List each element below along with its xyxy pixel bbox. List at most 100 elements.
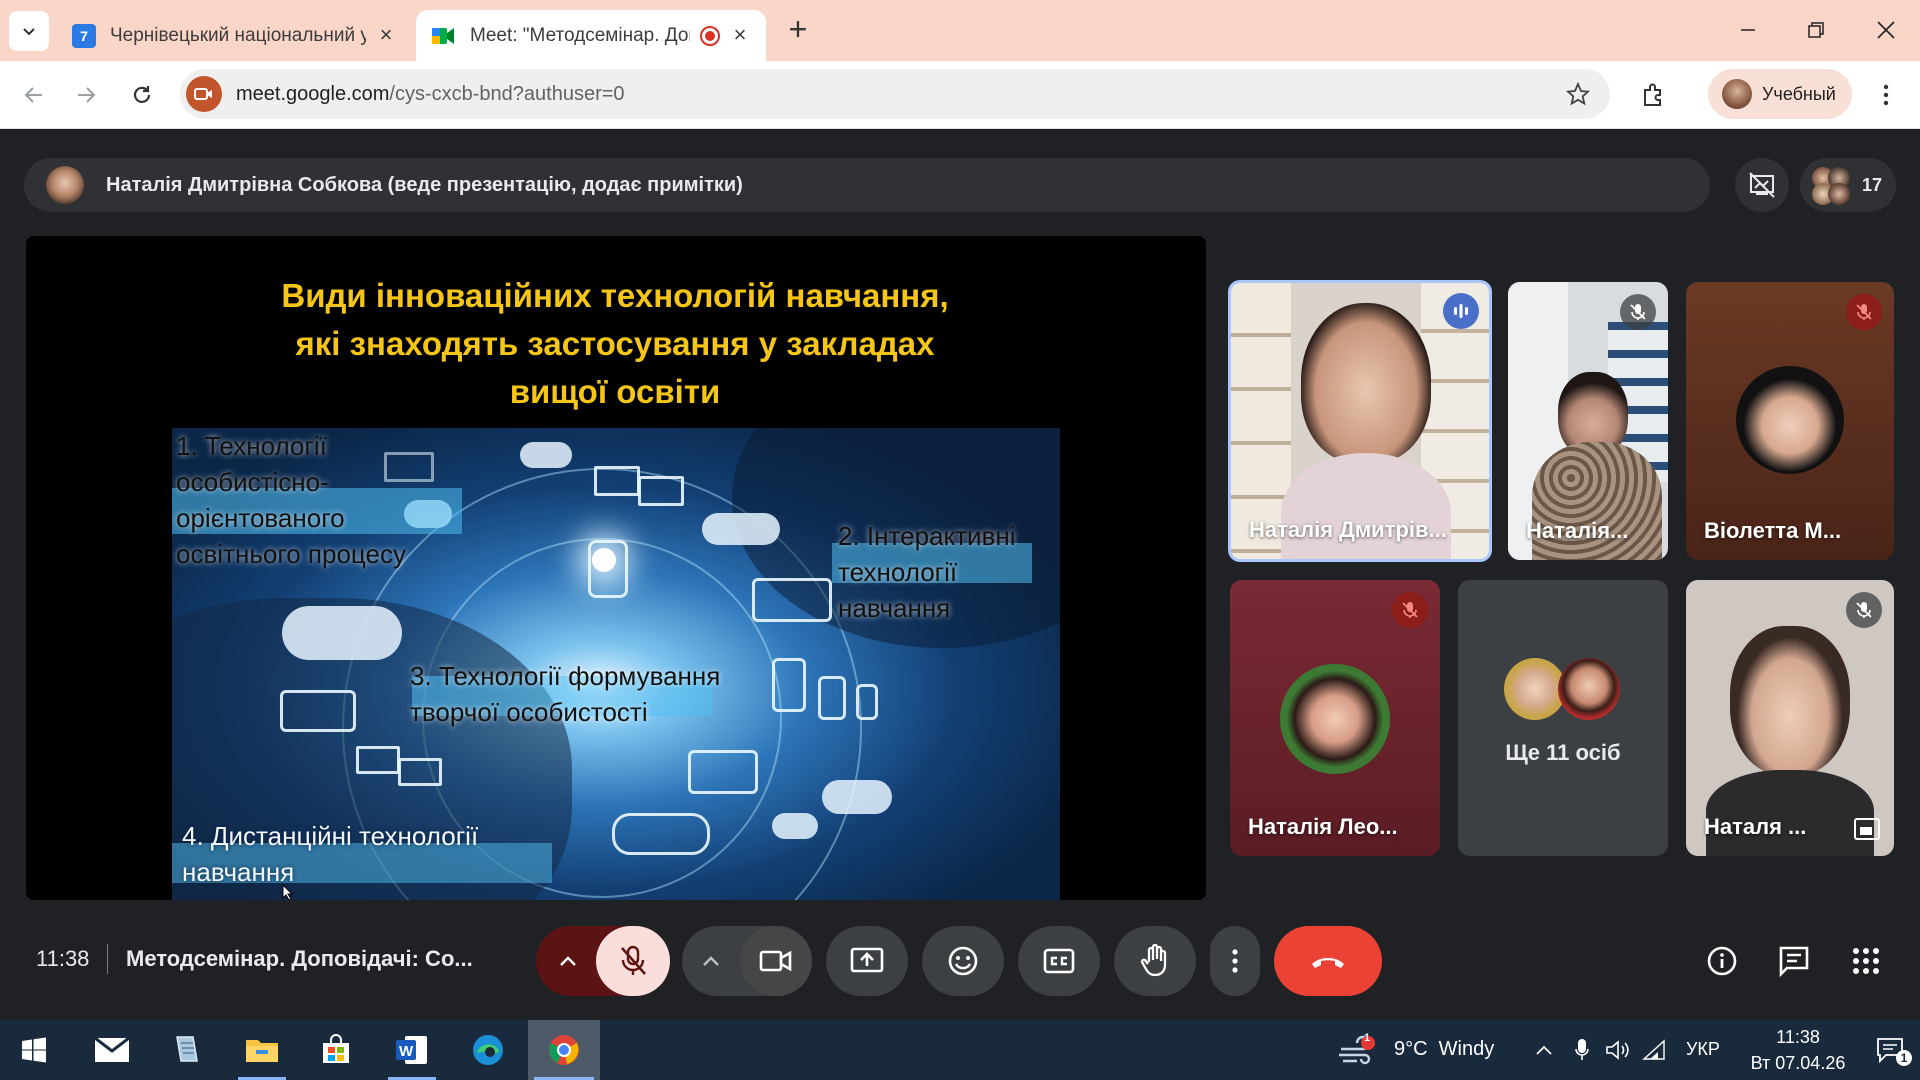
participant-tile[interactable]: Наталія...	[1508, 282, 1668, 560]
word-app-icon[interactable]: W	[382, 1020, 442, 1080]
restore-window-button[interactable]	[1792, 10, 1840, 50]
activities-button[interactable]	[1842, 937, 1890, 985]
message-bubble-icon	[282, 606, 402, 660]
mic-off-icon	[1392, 592, 1428, 628]
message-bubble-icon	[520, 442, 572, 468]
tab-search-button[interactable]	[9, 11, 49, 51]
volume-icon[interactable]	[1600, 1020, 1636, 1080]
participant-tile[interactable]: Наталя ...	[1686, 580, 1894, 856]
avatar	[1736, 366, 1844, 474]
participant-tile-speaker[interactable]: Наталія Дмитрів...	[1228, 280, 1492, 562]
weather-text[interactable]: 9°C Windy	[1394, 1038, 1494, 1061]
participant-name: Наталія Лео...	[1248, 814, 1398, 839]
browser-tab-university[interactable]: 7 Чернівецький національний у ×	[56, 10, 412, 61]
slide-title: Види інноваційних технологій навчання, я…	[281, 277, 949, 410]
participant-count: 17	[1862, 174, 1883, 195]
video-options-button[interactable]	[682, 926, 740, 996]
annotations-off-icon	[1749, 172, 1775, 198]
more-vert-icon	[1883, 84, 1889, 106]
present-screen-button[interactable]	[826, 926, 908, 996]
microphone-tray-icon[interactable]	[1564, 1020, 1600, 1080]
store-app-icon[interactable]	[306, 1020, 366, 1080]
back-button[interactable]	[14, 75, 54, 115]
participant-name: Наталія Дмитрів...	[1249, 517, 1447, 542]
address-bar[interactable]: meet.google.com/cys-cxcb-bnd?authuser=0	[180, 69, 1610, 119]
avatar	[1722, 79, 1752, 109]
notification-count: 1	[1896, 1050, 1912, 1066]
avatar	[1504, 658, 1566, 720]
start-button[interactable]	[4, 1020, 64, 1080]
bookmark-star-icon[interactable]	[1565, 81, 1591, 111]
minimize-window-button[interactable]	[1724, 10, 1772, 50]
close-tab-icon[interactable]: ×	[730, 23, 750, 46]
windows-taskbar: W 1 9°C Windy УКР 11:38 Вт 07.04.26 1	[0, 1020, 1920, 1080]
message-bubble-icon	[702, 513, 780, 545]
mic-off-icon	[1620, 294, 1656, 330]
language-indicator[interactable]: УКР	[1686, 1039, 1720, 1060]
browser-menu-button[interactable]	[1866, 75, 1906, 115]
edge-app-icon[interactable]	[458, 1020, 518, 1080]
browser-tab-strip: 7 Чернівецький національний у × Meet: "М…	[0, 0, 1920, 61]
mic-off-icon	[1846, 294, 1882, 330]
server-icon	[856, 684, 878, 720]
emoji-icon	[948, 946, 978, 976]
chevron-up-icon	[1536, 1045, 1552, 1055]
participant-tile[interactable]: Віолетта М...	[1686, 282, 1894, 560]
close-window-button[interactable]	[1862, 10, 1910, 50]
more-participants-tile[interactable]: Ще 11 осіб	[1458, 580, 1668, 856]
envelope-icon	[398, 758, 442, 786]
restore-icon	[1808, 22, 1824, 38]
weather-icon[interactable]: 1	[1332, 1020, 1382, 1080]
slide-item-3: 3. Технології формування творчої особист…	[410, 661, 721, 727]
hide-annotations-button[interactable]	[1735, 158, 1789, 212]
browser-tab-meet[interactable]: Meet: "Методсемінар. Доп ×	[416, 10, 766, 61]
extensions-button[interactable]	[1634, 75, 1674, 115]
forward-button[interactable]	[66, 75, 106, 115]
slide-item-2: 2. Інтерактивні технології навчання	[838, 521, 1016, 623]
tab-title: Meet: "Методсемінар. Доп	[470, 24, 690, 46]
reload-button[interactable]	[122, 75, 162, 115]
wifi-icon[interactable]	[1636, 1020, 1672, 1080]
meeting-clock: 11:38	[36, 946, 90, 971]
audio-controls-group	[536, 926, 670, 996]
new-tab-button[interactable]: +	[780, 12, 816, 48]
chat-icon	[612, 813, 710, 855]
meeting-title: Методсемінар. Доповідачі: Со...	[126, 946, 473, 971]
participant-name: Віолетта М...	[1704, 518, 1842, 543]
camera-site-icon[interactable]	[186, 76, 222, 112]
system-clock[interactable]: 11:38 Вт 07.04.26	[1738, 1024, 1858, 1076]
mic-off-icon	[1846, 592, 1882, 628]
camera-toggle-button[interactable]	[740, 926, 812, 996]
notifications-button[interactable]: 1	[1866, 1020, 1916, 1080]
close-tab-icon[interactable]: ×	[376, 23, 396, 46]
profile-button[interactable]: Учебный	[1708, 69, 1852, 119]
chrome-app-icon[interactable]	[528, 1020, 600, 1080]
arrow-left-icon	[24, 87, 42, 103]
avatar	[1280, 664, 1390, 774]
audio-options-button[interactable]	[536, 926, 600, 996]
envelope-icon	[356, 746, 400, 774]
participants-button[interactable]: 17	[1800, 158, 1896, 212]
leave-call-button[interactable]	[1274, 926, 1382, 996]
raise-hand-button[interactable]	[1114, 926, 1196, 996]
show-hidden-icons-button[interactable]	[1520, 1020, 1568, 1080]
recording-indicator-icon	[700, 25, 720, 46]
mail-app-icon[interactable]	[82, 1020, 142, 1080]
microphone-toggle-button[interactable]	[596, 926, 670, 996]
server-icon	[818, 676, 846, 720]
screen-icon	[280, 690, 356, 732]
reactions-button[interactable]	[922, 926, 1004, 996]
more-options-button[interactable]	[1210, 926, 1260, 996]
chat-button[interactable]	[1770, 937, 1818, 985]
present-to-all-icon	[850, 947, 884, 973]
participant-tile[interactable]: Наталія Лео...	[1230, 580, 1440, 856]
avatar	[1558, 658, 1620, 720]
meeting-details-button[interactable]	[1698, 937, 1746, 985]
notepad-app-icon[interactable]	[156, 1020, 216, 1080]
mouse-cursor-icon	[282, 884, 294, 900]
picture-in-picture-icon[interactable]	[1854, 818, 1880, 840]
chevron-up-icon	[703, 956, 719, 966]
captions-button[interactable]	[1018, 926, 1100, 996]
message-bubble-icon	[822, 780, 892, 814]
file-explorer-icon[interactable]	[232, 1020, 292, 1080]
